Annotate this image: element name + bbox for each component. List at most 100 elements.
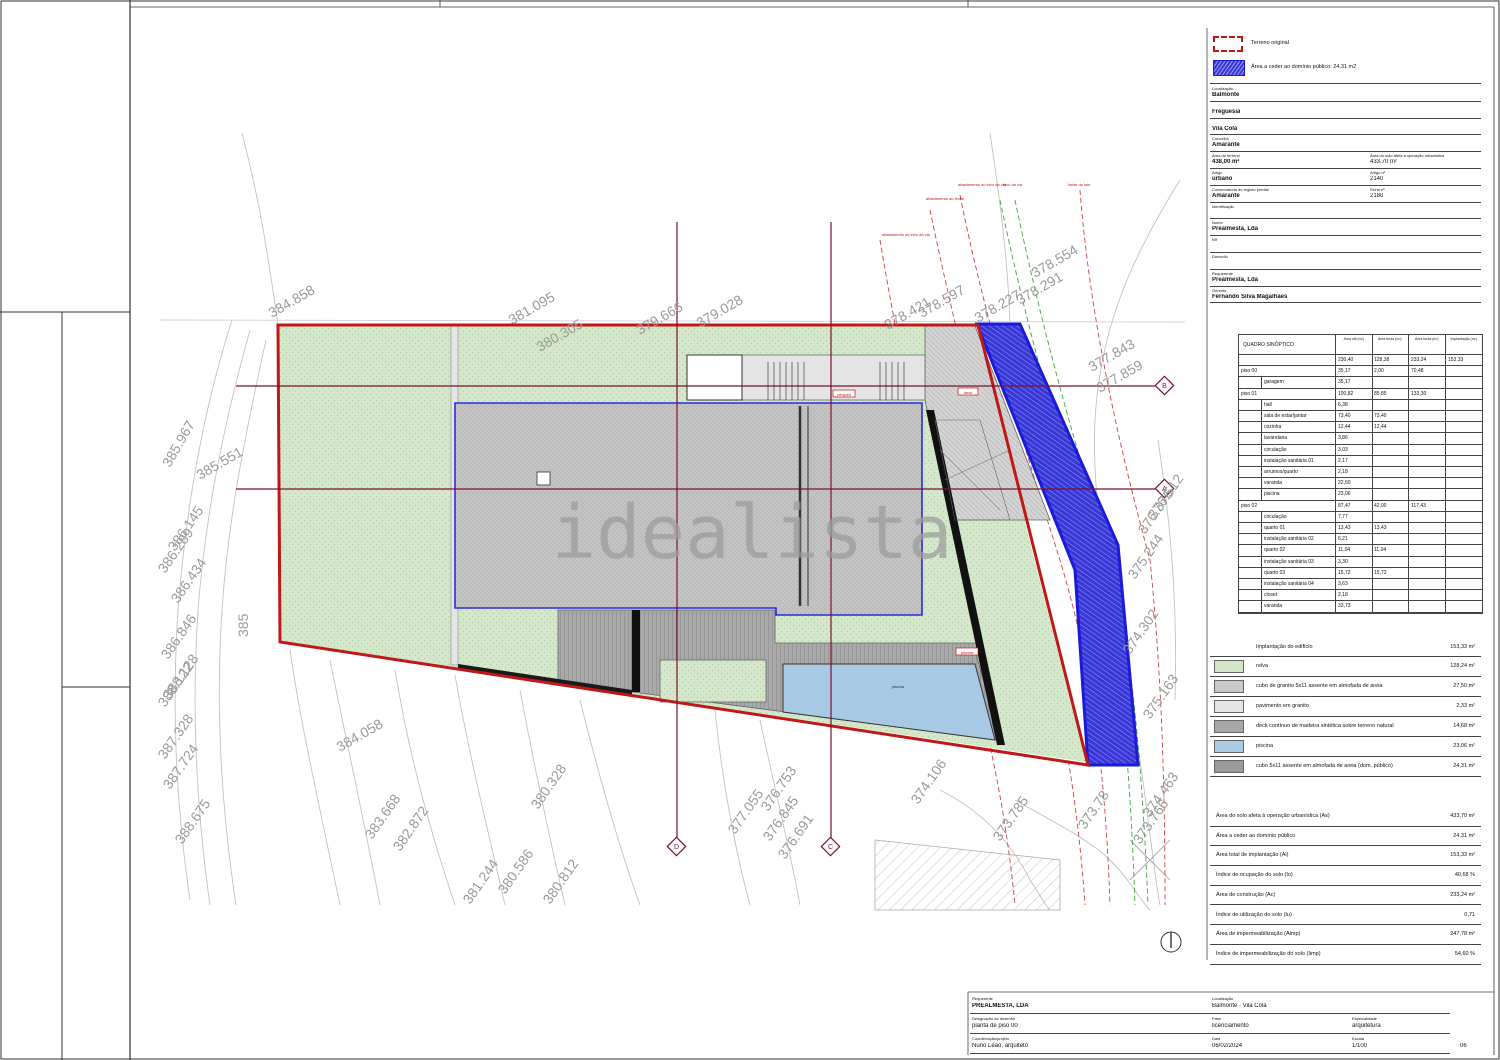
material-value: 128,24 m² [1450,663,1475,669]
synoptic-row-name: varanda [1261,601,1336,612]
material-value: 27,50 m² [1453,683,1475,689]
material-label: relva [1256,663,1268,669]
synoptic-cell [1446,444,1483,455]
axis-marker: C [828,844,833,851]
material-swatch [1214,720,1244,733]
synoptic-cell: 128,38 [1372,355,1409,366]
sheet-number: 06 [1460,1043,1467,1049]
title-block-value: 1/100 [1352,1043,1368,1049]
title-block-heading: Especialidade [1352,1016,1377,1021]
title-block-heading: Data [1212,1036,1221,1041]
material-row: relva 128,24 m² [1210,656,1481,677]
synoptic-cell [1409,579,1446,590]
synoptic-cell: 35,17 [1336,366,1373,377]
elevation-label: 380.812 [539,856,581,907]
index-row: Área total de implantação (Ai) 153,33 m² [1210,845,1481,867]
synoptic-cell [1446,500,1483,511]
synoptic-cell: 153,33 [1446,355,1483,366]
title-block-heading: Localização [1212,996,1234,1001]
material-row: deck contínuo de madeira sintética sobre… [1210,716,1481,737]
info-row-heading: Área do solo afeta à operação urbanístic… [1370,153,1445,159]
elevation-label: 385.551 [194,443,246,482]
index-label: Área de impermeabilização (Aimp) [1216,931,1301,938]
setback-note: limite do lote [1068,182,1091,187]
info-row-value: 438,00 m² [1212,159,1240,166]
info-row-value: 433,70 m² [1370,159,1398,166]
synoptic-cell [1409,478,1446,489]
synoptic-row: piscina 23,06 [1239,489,1483,501]
synoptic-cell: 13,43 [1336,523,1373,534]
elevation-label: 375.244 [1124,531,1166,582]
synoptic-col-header: Implantação (m²) [1446,335,1483,355]
synoptic-row-name: piso 02 [1239,500,1336,511]
title-block-heading: Designação do desenho [972,1016,1016,1021]
synoptic-row-name: varanda [1261,478,1336,489]
synoptic-row-name: sala de estar/jantar [1261,411,1336,422]
info-row: Identificação [1210,202,1481,220]
title-block-cell: Coordenação/projeto Nuno Leão, arquiteto [970,1034,1210,1054]
title-block-heading: Escala [1352,1036,1365,1041]
synoptic-cell: 6,21 [1336,534,1373,545]
synoptic-row: lavandaria 3,86 [1239,433,1483,445]
index-row: Área a ceder ao domínio público 24,31 m² [1210,826,1481,847]
synoptic-cell: 2,17 [1336,455,1373,466]
material-row: cubo 5x11 assente em almofada de areia (… [1210,756,1481,777]
material-label: pavimento em granito [1256,703,1309,709]
material-swatch [1214,660,1244,673]
synoptic-cell: 35,17 [1336,377,1373,388]
synoptic-row-name: quarto 03 [1261,567,1336,578]
material-swatch [1214,760,1244,773]
index-row: Índice de ocupação do solo (Io) 40,68 % [1210,865,1481,886]
synoptic-row: sala de estar/jantar 73,40 73,40 [1239,411,1483,423]
neighbour-building [874,839,1061,911]
index-value: 153,33 m² [1450,852,1475,859]
title-block-value: arquitetura [1352,1023,1381,1029]
index-label: Área total de implantação (Ai) [1216,852,1289,859]
synoptic-row: quarto 03 15,72 15,72 [1239,567,1483,579]
info-row-value: Prealmesta, Lda [1212,276,1259,283]
synoptic-cell: 230,40 [1336,355,1373,366]
synoptic-cell [1409,399,1446,410]
synoptic-row-name: piso 00 [1239,366,1336,377]
info-row-heading: Área do terreno [1212,153,1240,159]
synoptic-row: varanda 33,73 [1239,601,1483,613]
info-row-heading: Gerente [1212,287,1227,293]
title-block-cell: Especialidade arquitetura [1350,1014,1450,1034]
synoptic-cell: 87,47 [1336,500,1373,511]
synoptic-cell [1446,545,1483,556]
index-value: 54,60 % [1454,950,1475,957]
synoptic-cell: 85,85 [1372,388,1409,399]
synoptic-row: 230,40 128,38 233,24 153,33 [1239,355,1483,367]
material-value: 23,06 m² [1453,743,1475,749]
materials-legend: Implantação do edifício 153,33 m² relva 1… [1210,638,1481,778]
info-row: Nif [1210,235,1481,253]
legend-label: Terreno original [1251,40,1289,46]
synoptic-cell [1372,433,1409,444]
synoptic-cell [1372,579,1409,590]
synoptic-cell [1446,399,1483,410]
index-value: 40,68 % [1454,872,1475,879]
synoptic-cell [1446,556,1483,567]
index-row: Área de impermeabilização (Aimp) 247,78 m… [1210,924,1481,945]
material-value: 14,68 m² [1453,723,1475,729]
info-row-value: 2140 [1370,176,1384,182]
synoptic-row-name: quarto 01 [1261,523,1336,534]
material-swatch [1214,680,1244,693]
title-block-value: Nuno Leão, arquiteto [972,1043,1029,1049]
synoptic-row-name: hall [1261,399,1336,410]
synoptic-row: piso 01 100,82 85,85 133,30 [1239,388,1483,400]
elevation-label: 384.058 [334,715,386,754]
info-row-value: urbano [1212,176,1233,182]
material-label: cubo 5x11 assente em almofada de areia (… [1256,763,1393,769]
synoptic-row: arrumos/quarto 2,18 [1239,467,1483,479]
synoptic-cell [1409,590,1446,601]
info-row-heading: Artigo nº [1370,170,1386,175]
index-value: 0,71 [1464,911,1475,918]
info-row: Área do terreno 438,00 m² Área do solo afe… [1210,151,1481,169]
synoptic-cell [1446,422,1483,433]
synoptic-cell: 7,77 [1336,511,1373,522]
synoptic-cell [1446,366,1483,377]
info-row-heading: Nome [1212,220,1223,226]
info-row-value: Vila Cola [1212,125,1238,132]
synoptic-cell: 2,00 [1372,366,1409,377]
